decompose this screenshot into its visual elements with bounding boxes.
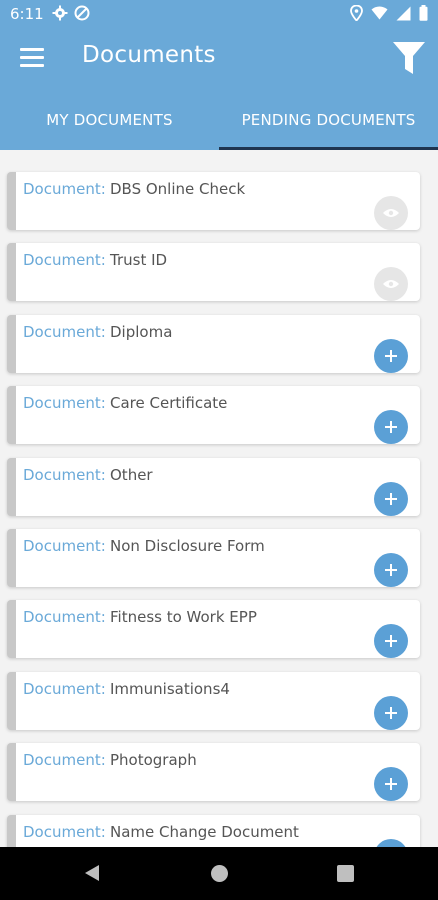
cellular-signal-icon: [396, 6, 411, 20]
add-document-button[interactable]: [374, 696, 408, 730]
list-item: Document: Immunisations4: [7, 672, 420, 730]
tab-my-documents[interactable]: MY DOCUMENTS: [0, 90, 219, 150]
plus-icon: [385, 707, 397, 719]
do-not-disturb-icon: [74, 5, 90, 21]
document-label: Document:: [23, 608, 106, 626]
plus-icon: [385, 635, 397, 647]
document-name: Other: [110, 466, 153, 484]
back-icon[interactable]: [84, 864, 100, 882]
view-button[interactable]: [374, 267, 408, 301]
plus-icon: [385, 493, 397, 505]
document-name: Trust ID: [110, 251, 168, 269]
document-label: Document:: [23, 751, 106, 769]
page-title: Documents: [82, 42, 216, 68]
app-bar: Documents: [0, 28, 438, 90]
hamburger-menu-icon[interactable]: [20, 48, 44, 68]
system-navigation-bar: [0, 847, 438, 900]
status-left-icons: [52, 5, 90, 21]
view-button[interactable]: [374, 196, 408, 230]
document-label: Document:: [23, 466, 106, 484]
add-document-button[interactable]: [374, 482, 408, 516]
battery-icon: [419, 5, 428, 21]
tab-pending-documents[interactable]: PENDING DOCUMENTS: [219, 90, 438, 150]
list-item: Document: Non Disclosure Form: [7, 529, 420, 587]
recent-apps-icon[interactable]: [337, 865, 354, 882]
wifi-icon: [371, 6, 388, 20]
document-label: Document:: [23, 323, 106, 341]
plus-icon: [385, 564, 397, 576]
list-item: Document: Care Certificate: [7, 386, 420, 444]
eye-icon: [383, 209, 399, 217]
document-name: Care Certificate: [110, 394, 228, 412]
location-pin-icon: [350, 5, 363, 21]
document-list: Document: DBS Online Check Document: Tru…: [0, 150, 438, 847]
document-label: Document:: [23, 823, 106, 841]
filter-icon[interactable]: [392, 40, 426, 76]
document-label: Document:: [23, 394, 106, 412]
document-name: Diploma: [110, 323, 173, 341]
list-item: Document: Other: [7, 458, 420, 516]
document-label: Document:: [23, 251, 106, 269]
add-document-button[interactable]: [374, 410, 408, 444]
list-item: Document: Trust ID: [7, 243, 420, 301]
status-time: 6:11: [10, 5, 44, 23]
list-item: Document: DBS Online Check: [7, 172, 420, 230]
plus-icon: [385, 350, 397, 362]
list-item: Document: Name Change Document: [7, 815, 420, 847]
document-name: Photograph: [110, 751, 197, 769]
document-name: Name Change Document: [110, 823, 299, 841]
document-label: Document:: [23, 537, 106, 555]
home-icon[interactable]: [211, 865, 228, 882]
add-document-button[interactable]: [374, 767, 408, 801]
plus-icon: [385, 421, 397, 433]
plus-icon: [385, 778, 397, 790]
document-name: DBS Online Check: [110, 180, 246, 198]
document-label: Document:: [23, 180, 106, 198]
document-name: Fitness to Work EPP: [110, 608, 257, 626]
eye-icon: [383, 280, 399, 288]
status-bar: 6:11: [0, 0, 438, 28]
document-name: Immunisations4: [110, 680, 230, 698]
list-item: Document: Photograph: [7, 743, 420, 801]
list-item: Document: Fitness to Work EPP: [7, 600, 420, 658]
add-document-button[interactable]: [374, 339, 408, 373]
settings-gear-icon: [52, 5, 68, 21]
add-document-button[interactable]: [374, 624, 408, 658]
tab-bar: MY DOCUMENTS PENDING DOCUMENTS: [0, 90, 438, 150]
document-label: Document:: [23, 680, 106, 698]
list-item: Document: Diploma: [7, 315, 420, 373]
status-right-icons: [350, 5, 428, 21]
document-name: Non Disclosure Form: [110, 537, 265, 555]
add-document-button[interactable]: [374, 553, 408, 587]
add-document-button[interactable]: [374, 839, 408, 847]
